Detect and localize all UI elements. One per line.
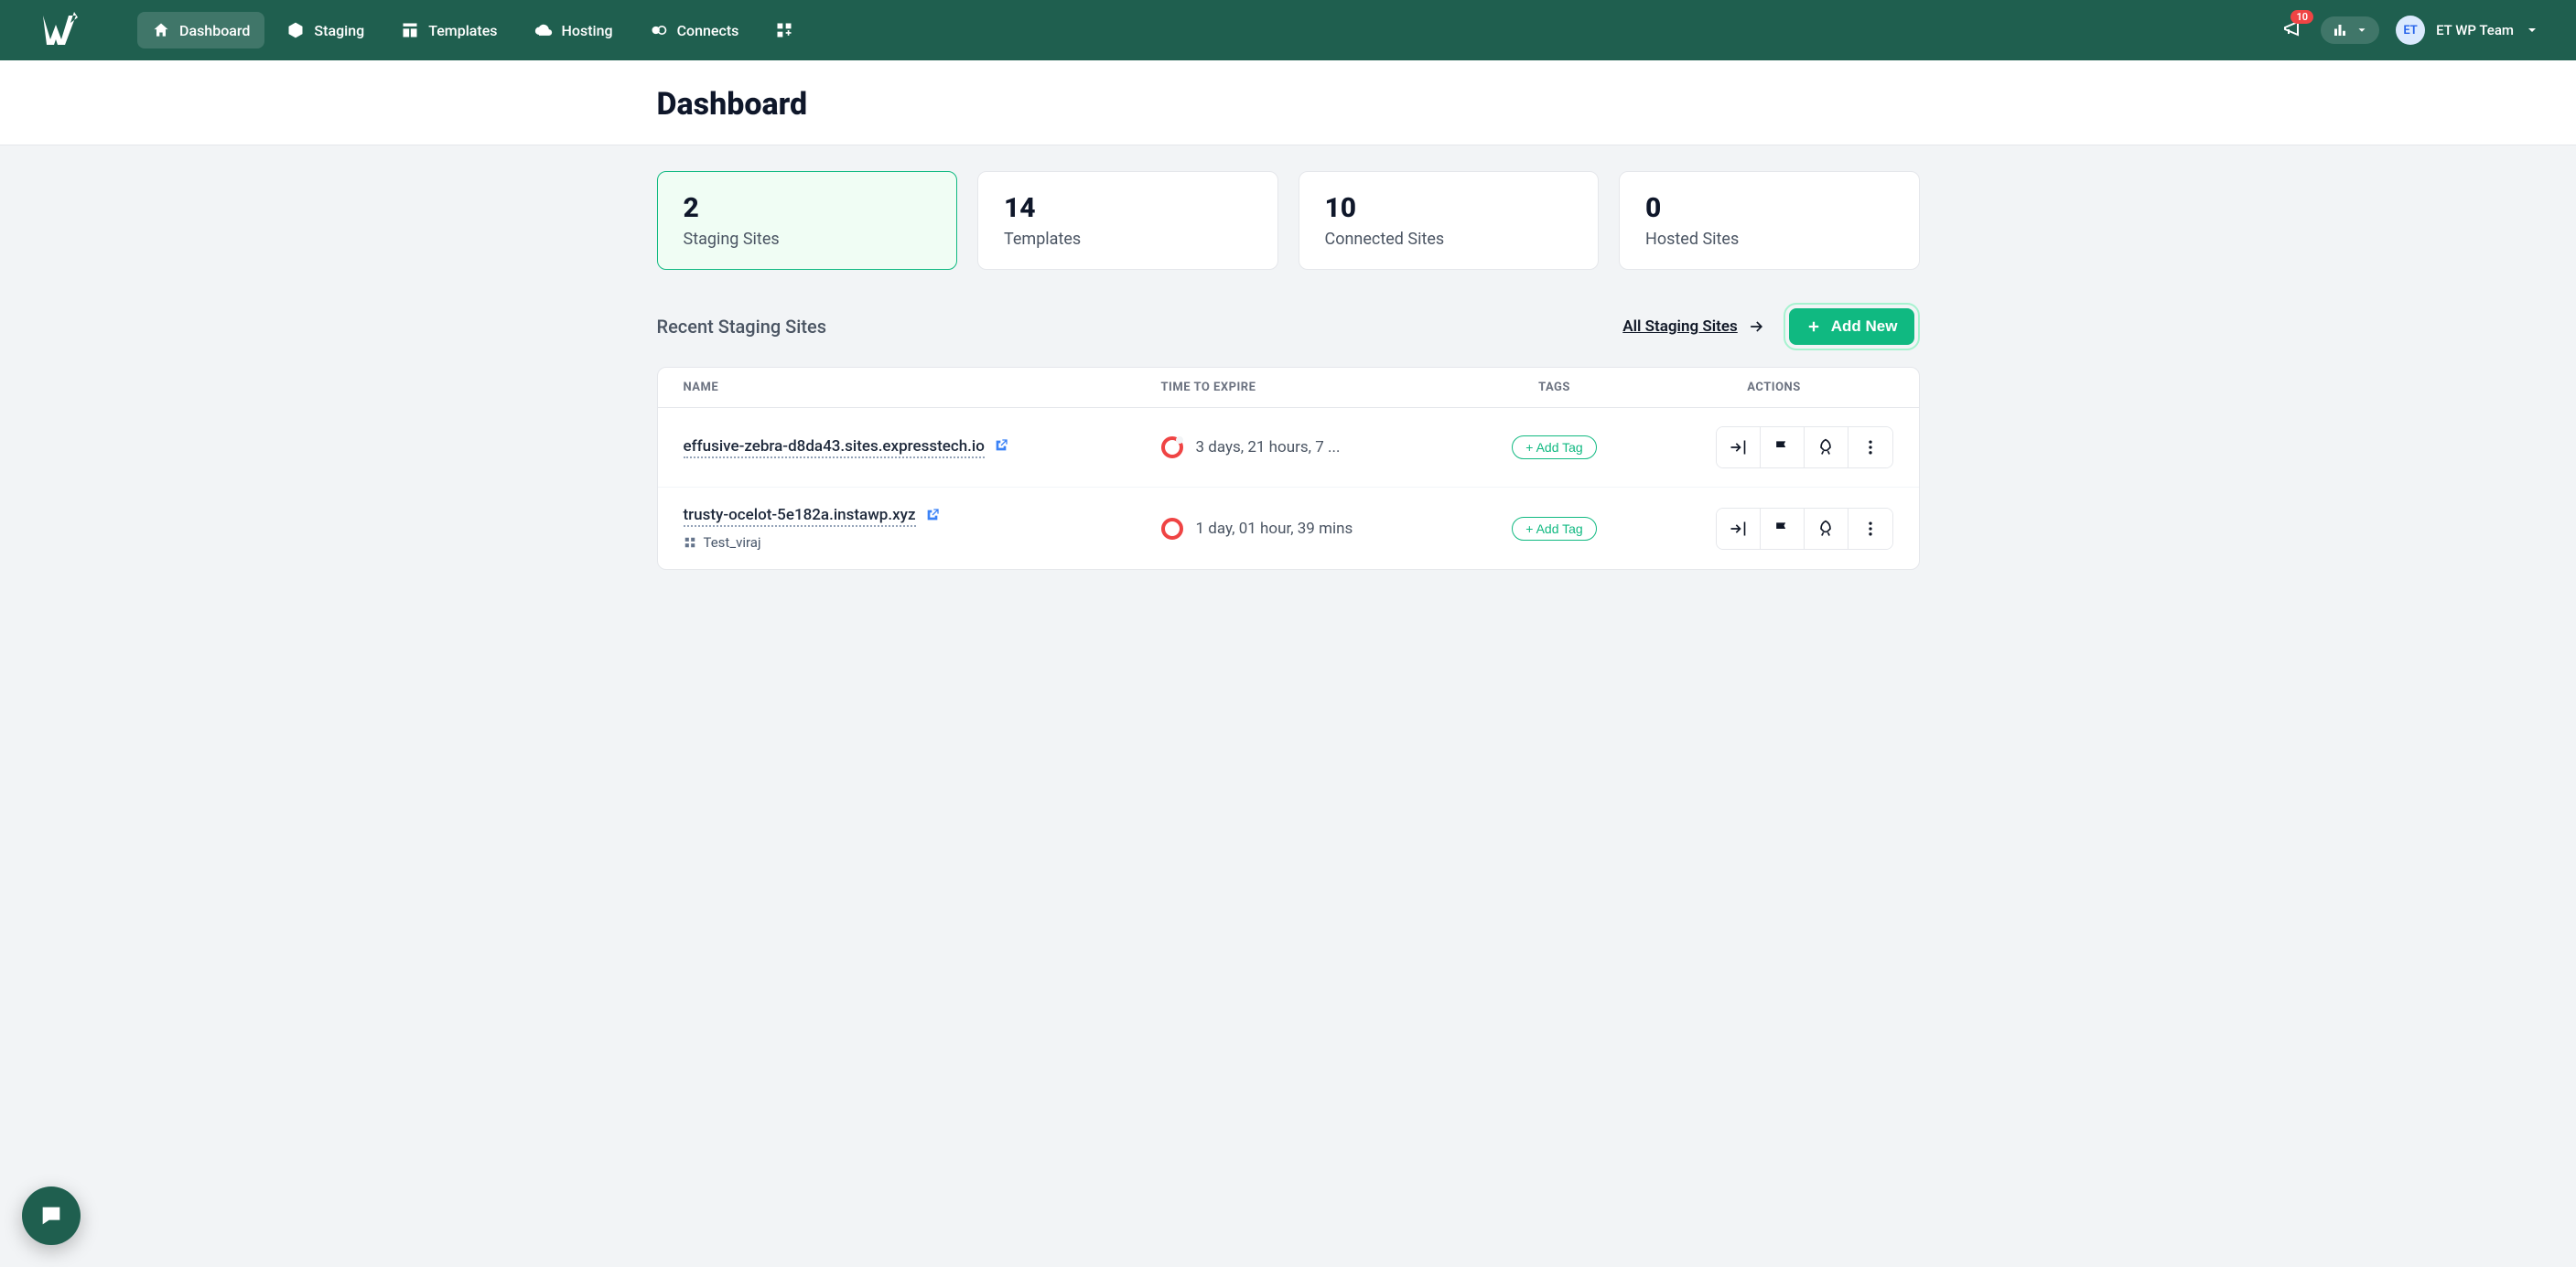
- expire-cell: 3 days, 21 hours, 7 ...: [1161, 436, 1454, 458]
- stat-card-templates[interactable]: 14 Templates: [977, 171, 1278, 270]
- nav-label: Hosting: [562, 22, 613, 39]
- nav-dashboard[interactable]: Dashboard: [137, 12, 264, 48]
- rocket-icon: [1816, 438, 1835, 456]
- launch-button[interactable]: [1805, 509, 1848, 549]
- apps-grid-icon: [775, 21, 793, 39]
- countdown-ring-icon: [1161, 518, 1183, 540]
- table-row: trusty-ocelot-5e182a.instawp.xyz Test_vi…: [658, 488, 1919, 569]
- more-vertical-icon: [1861, 438, 1880, 456]
- user-menu[interactable]: ET ET WP Team: [2396, 16, 2539, 45]
- user-name: ET WP Team: [2436, 22, 2514, 38]
- table-header: NAME TIME TO EXPIRE TAGS ACTIONS: [658, 368, 1919, 408]
- add-tag-button[interactable]: + Add Tag: [1512, 435, 1596, 459]
- layout-icon: [401, 21, 419, 39]
- col-tags: TAGS: [1454, 381, 1655, 394]
- avatar: ET: [2396, 16, 2425, 45]
- topbar: Dashboard Staging Templates Hosting Conn…: [0, 0, 2576, 60]
- link-text: All Staging Sites: [1622, 317, 1738, 336]
- stats-row: 2 Staging Sites 14 Templates 10 Connecte…: [657, 171, 1920, 270]
- nav-label: Connects: [677, 22, 739, 39]
- row-actions: [1716, 426, 1893, 468]
- stat-value: 2: [684, 192, 932, 224]
- flag-icon: [1773, 438, 1791, 456]
- nav-label: Dashboard: [179, 22, 250, 39]
- more-button[interactable]: [1848, 509, 1892, 549]
- nav-connects[interactable]: Connects: [635, 12, 754, 48]
- logo[interactable]: [37, 12, 82, 48]
- site-link[interactable]: trusty-ocelot-5e182a.instawp.xyz: [684, 506, 916, 527]
- flag-icon: [1773, 520, 1791, 538]
- home-icon: [152, 21, 170, 39]
- expire-text: 1 day, 01 hour, 39 mins: [1196, 520, 1353, 538]
- more-button[interactable]: [1848, 427, 1892, 467]
- nav-templates[interactable]: Templates: [386, 12, 512, 48]
- bar-chart-icon: [2332, 22, 2348, 38]
- stat-label: Hosted Sites: [1645, 230, 1893, 249]
- login-button[interactable]: [1717, 509, 1761, 549]
- site-link[interactable]: effusive-zebra-d8da43.sites.expresstech.…: [684, 437, 985, 458]
- usage-dropdown[interactable]: [2321, 16, 2379, 44]
- countdown-ring-icon: [1161, 436, 1183, 458]
- stat-card-hosted[interactable]: 0 Hosted Sites: [1619, 171, 1920, 270]
- stat-card-connected[interactable]: 10 Connected Sites: [1299, 171, 1600, 270]
- chevron-down-icon: [2525, 23, 2539, 38]
- all-staging-sites-link[interactable]: All Staging Sites: [1622, 317, 1765, 336]
- page-title: Dashboard: [657, 86, 1920, 123]
- add-new-button[interactable]: Add New: [1789, 308, 1914, 345]
- col-name: NAME: [684, 381, 1161, 394]
- stat-label: Templates: [1004, 230, 1252, 249]
- nav-hosting[interactable]: Hosting: [520, 12, 628, 48]
- expire-text: 3 days, 21 hours, 7 ...: [1196, 438, 1341, 456]
- chat-icon: [38, 1203, 64, 1229]
- flag-button[interactable]: [1761, 509, 1805, 549]
- chevron-down-icon: [2355, 24, 2368, 37]
- section-title: Recent Staging Sites: [657, 316, 827, 338]
- button-label: Add New: [1831, 317, 1898, 336]
- col-expire: TIME TO EXPIRE: [1161, 381, 1454, 394]
- subline-text: Test_viraj: [704, 534, 761, 551]
- external-link-icon[interactable]: [925, 508, 940, 526]
- table-row: effusive-zebra-d8da43.sites.expresstech.…: [658, 408, 1919, 488]
- topbar-right: 10 ET ET WP Team: [2282, 16, 2539, 45]
- site-subline: Test_viraj: [684, 534, 1161, 551]
- more-vertical-icon: [1861, 520, 1880, 538]
- external-link-icon[interactable]: [994, 438, 1008, 456]
- page-header: Dashboard: [0, 60, 2576, 145]
- login-button[interactable]: [1717, 427, 1761, 467]
- cube-icon: [286, 21, 305, 39]
- login-icon: [1729, 438, 1747, 456]
- add-new-highlight: Add New: [1784, 303, 1920, 350]
- stat-label: Connected Sites: [1325, 230, 1573, 249]
- notifications-button[interactable]: 10: [2282, 17, 2304, 43]
- main-nav: Dashboard Staging Templates Hosting Conn…: [137, 12, 808, 48]
- nav-apps[interactable]: [760, 12, 808, 48]
- launch-button[interactable]: [1805, 427, 1848, 467]
- rocket-icon: [1816, 520, 1835, 538]
- nav-label: Templates: [428, 22, 497, 39]
- main: 2 Staging Sites 14 Templates 10 Connecte…: [620, 171, 1956, 570]
- section-head: Recent Staging Sites All Staging Sites A…: [657, 303, 1920, 350]
- stat-label: Staging Sites: [684, 230, 932, 249]
- flag-button[interactable]: [1761, 427, 1805, 467]
- add-tag-button[interactable]: + Add Tag: [1512, 517, 1596, 541]
- nav-label: Staging: [314, 22, 364, 39]
- login-icon: [1729, 520, 1747, 538]
- stat-card-staging[interactable]: 2 Staging Sites: [657, 171, 958, 270]
- plus-icon: [1805, 318, 1822, 335]
- stat-value: 0: [1645, 192, 1893, 224]
- arrow-right-icon: [1747, 317, 1765, 336]
- row-actions: [1716, 508, 1893, 550]
- nav-staging[interactable]: Staging: [272, 12, 379, 48]
- sites-table: NAME TIME TO EXPIRE TAGS ACTIONS effusiv…: [657, 367, 1920, 570]
- stat-value: 14: [1004, 192, 1252, 224]
- notification-count: 10: [2290, 10, 2313, 24]
- toggle-icon: [650, 21, 668, 39]
- stat-value: 10: [1325, 192, 1573, 224]
- template-icon: [684, 536, 696, 549]
- cloud-icon: [534, 21, 553, 39]
- expire-cell: 1 day, 01 hour, 39 mins: [1161, 518, 1454, 540]
- chat-fab[interactable]: [22, 1186, 81, 1245]
- col-actions: ACTIONS: [1655, 381, 1893, 394]
